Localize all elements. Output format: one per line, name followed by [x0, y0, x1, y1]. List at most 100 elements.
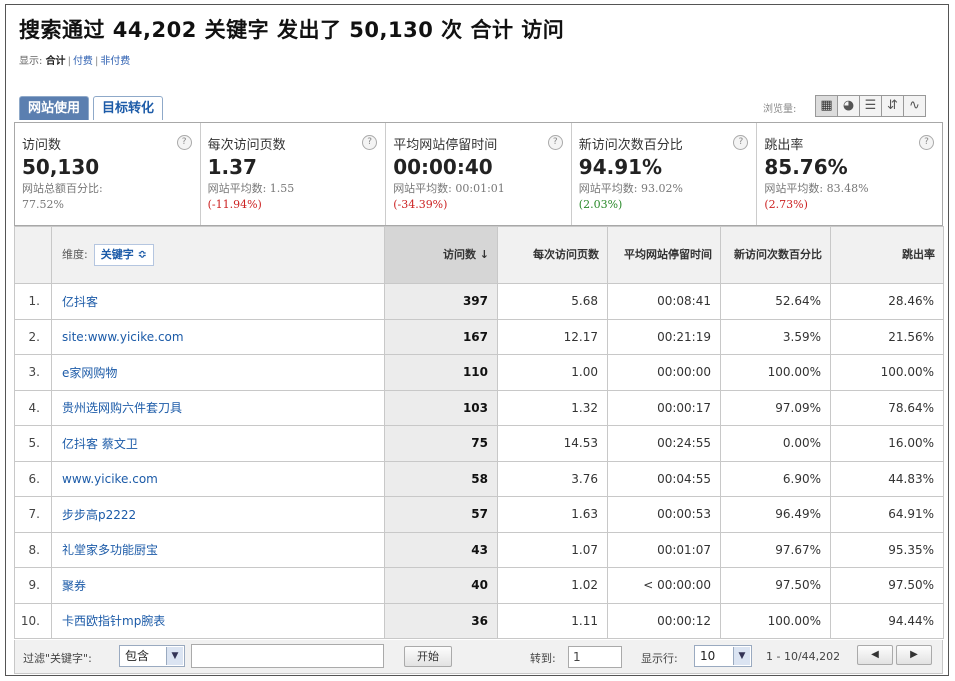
- column-header-visits[interactable]: 访问数 ↓: [384, 226, 498, 284]
- table-row: 7. 步步高p2222 57 1.63 00:00:53 96.49% 64.9…: [14, 496, 944, 533]
- time-cell: 00:21:19: [607, 318, 721, 355]
- metric-value: 50,130: [22, 155, 100, 179]
- tab-site-usage[interactable]: 网站使用: [19, 96, 90, 120]
- row-index: 3.: [14, 354, 52, 391]
- column-header-bounce-rate[interactable]: 跳出率: [830, 226, 944, 284]
- bounce-cell: 97.50%: [830, 567, 944, 604]
- column-header-avg-time[interactable]: 平均网站停留时间: [607, 226, 721, 284]
- metric-label: 平均网站停留时间: [393, 138, 498, 153]
- new-visits-cell: 0.00%: [720, 425, 831, 462]
- comparison-view-icon[interactable]: ⇵: [881, 95, 904, 117]
- show-option-nonpaid[interactable]: 非付费: [100, 56, 130, 67]
- show-option-paid[interactable]: 付费: [73, 56, 93, 67]
- metric-label: 跳出率: [764, 138, 804, 153]
- dimension-header: 维度: 关键字 ≎: [51, 226, 385, 284]
- metric-new-visits: 新访问次数百分比 ? 94.91% 网站平均数: 93.02% (2.03%): [572, 123, 758, 225]
- visits-cell: 57: [384, 496, 498, 533]
- row-index: 7.: [14, 496, 52, 533]
- filter-input[interactable]: [191, 644, 384, 668]
- visits-cell: 58: [384, 460, 498, 497]
- filter-go-button[interactable]: 开始: [404, 646, 452, 667]
- dimension-label: 维度:: [62, 248, 88, 261]
- time-cell: 00:00:53: [607, 496, 721, 533]
- pie-view-icon[interactable]: ◕: [837, 95, 860, 117]
- metric-value: 94.91%: [578, 155, 663, 179]
- next-page-icon[interactable]: ▶: [896, 645, 932, 665]
- rows-per-page-select[interactable]: 10 ▼: [694, 645, 752, 667]
- metric-bounce-rate: 跳出率 ? 85.76% 网站平均数: 83.48% (2.73%): [757, 123, 942, 225]
- column-header-new-visits[interactable]: 新访问次数百分比: [720, 226, 831, 284]
- table-row: 9. 聚券 40 1.02 < 00:00:00 97.50% 97.50%: [14, 567, 944, 604]
- goto-page-input[interactable]: 1: [568, 646, 622, 668]
- metric-site-average: 网站平均数: 93.02% (2.03%): [578, 182, 683, 211]
- pages-cell: 1.11: [497, 602, 608, 639]
- show-label: 显示:: [19, 56, 43, 67]
- rows-label: 显示行:: [641, 652, 678, 665]
- metric-change: (-11.94%): [207, 198, 262, 211]
- bounce-cell: 95.35%: [830, 531, 944, 568]
- column-header-pages-per-visit[interactable]: 每次访问页数: [497, 226, 608, 284]
- keyword-link[interactable]: 礼堂家多功能厨宝: [51, 531, 385, 568]
- visits-cell: 75: [384, 425, 498, 462]
- filter-condition-select[interactable]: 包含 ▼: [119, 645, 185, 667]
- bounce-cell: 21.56%: [830, 318, 944, 355]
- help-icon[interactable]: ?: [176, 135, 192, 150]
- table-footer: 过滤"关键字": 包含 ▼ 开始 转到: 1 显示行: 10 ▼ 1 - 10/…: [14, 640, 943, 674]
- time-cell: 00:00:00: [607, 354, 721, 391]
- table-row: 4. 贵州选网购六件套刀具 103 1.32 00:00:17 97.09% 7…: [14, 389, 944, 426]
- metric-site-average: 网站平均数: 1.55 (-11.94%): [207, 182, 295, 211]
- pages-cell: 1.02: [497, 567, 608, 604]
- metric-pages-per-visit: 每次访问页数 ? 1.37 网站平均数: 1.55 (-11.94%): [201, 123, 387, 225]
- bounce-cell: 94.44%: [830, 602, 944, 639]
- time-cell: 00:01:07: [607, 531, 721, 568]
- keyword-link[interactable]: 贵州选网购六件套刀具: [51, 389, 385, 426]
- dimension-select[interactable]: 关键字 ≎: [93, 244, 154, 266]
- view-label: 浏览量:: [763, 104, 797, 115]
- pivot-view-icon[interactable]: ∿: [903, 95, 926, 117]
- keyword-link[interactable]: 卡西欧指针mp腕表: [51, 602, 385, 639]
- show-option-total[interactable]: 合计: [46, 56, 66, 67]
- pages-cell: 1.63: [497, 496, 608, 533]
- visits-cell: 110: [384, 354, 498, 391]
- tab-goal-conversion[interactable]: 目标转化: [93, 96, 164, 120]
- metric-value: 85.76%: [764, 155, 848, 179]
- keyword-link[interactable]: www.yicike.com: [51, 460, 385, 497]
- keyword-link[interactable]: 聚券: [51, 567, 385, 604]
- keyword-link[interactable]: 亿抖客 蔡文卫: [51, 425, 385, 462]
- metric-value: 00:00:40: [393, 155, 493, 179]
- keyword-link[interactable]: e家网购物: [51, 354, 385, 391]
- new-visits-cell: 97.09%: [720, 389, 831, 426]
- time-cell: < 00:00:00: [607, 567, 721, 604]
- bounce-cell: 28.46%: [830, 283, 944, 320]
- new-visits-cell: 97.67%: [720, 531, 831, 568]
- keyword-table-wrap: 维度: 关键字 ≎ 访问数 ↓ 每次访问页数 平均网站停留时间 新访问次数百分比 …: [14, 226, 944, 639]
- metric-value: 1.37: [207, 155, 257, 179]
- help-icon[interactable]: ?: [918, 135, 934, 150]
- bounce-cell: 78.64%: [830, 389, 944, 426]
- time-cell: 00:04:55: [607, 460, 721, 497]
- page-title: 搜索通过 44,202 关键字 发出了 50,130 次 合计 访问: [19, 18, 565, 42]
- keyword-link[interactable]: 亿抖客: [51, 283, 385, 320]
- bounce-cell: 100.00%: [830, 354, 944, 391]
- keyword-link[interactable]: 步步高p2222: [51, 496, 385, 533]
- table-view-icon[interactable]: ▦: [815, 95, 838, 117]
- pagination-range: 1 - 10/44,202: [766, 650, 841, 663]
- help-icon[interactable]: ?: [547, 135, 563, 150]
- keyword-link[interactable]: site:www.yicike.com: [51, 318, 385, 355]
- table-header-row: 维度: 关键字 ≎ 访问数 ↓ 每次访问页数 平均网站停留时间 新访问次数百分比 …: [14, 226, 944, 284]
- metric-label: 访问数: [22, 138, 62, 153]
- metric-site-average: 网站平均数: 83.48% (2.73%): [764, 182, 869, 211]
- bounce-cell: 16.00%: [830, 425, 944, 462]
- metric-site-total: 网站总额百分比: 77.52%: [22, 182, 103, 211]
- table-row: 5. 亿抖客 蔡文卫 75 14.53 00:24:55 0.00% 16.00…: [14, 425, 944, 462]
- row-index: 9.: [14, 567, 52, 604]
- row-index: 2.: [14, 318, 52, 355]
- row-index: 8.: [14, 531, 52, 568]
- table-row: 3. e家网购物 110 1.00 00:00:00 100.00% 100.0…: [14, 354, 944, 391]
- prev-page-icon[interactable]: ◀: [857, 645, 893, 665]
- performance-view-icon[interactable]: ☰: [859, 95, 882, 117]
- table-row: 10. 卡西欧指针mp腕表 36 1.11 00:00:12 100.00% 9…: [14, 602, 944, 639]
- metric-label: 新访问次数百分比: [578, 138, 683, 153]
- chevron-down-icon: ≎: [137, 248, 147, 261]
- view-switcher: ▦ ◕ ☰ ⇵ ∿: [815, 95, 926, 117]
